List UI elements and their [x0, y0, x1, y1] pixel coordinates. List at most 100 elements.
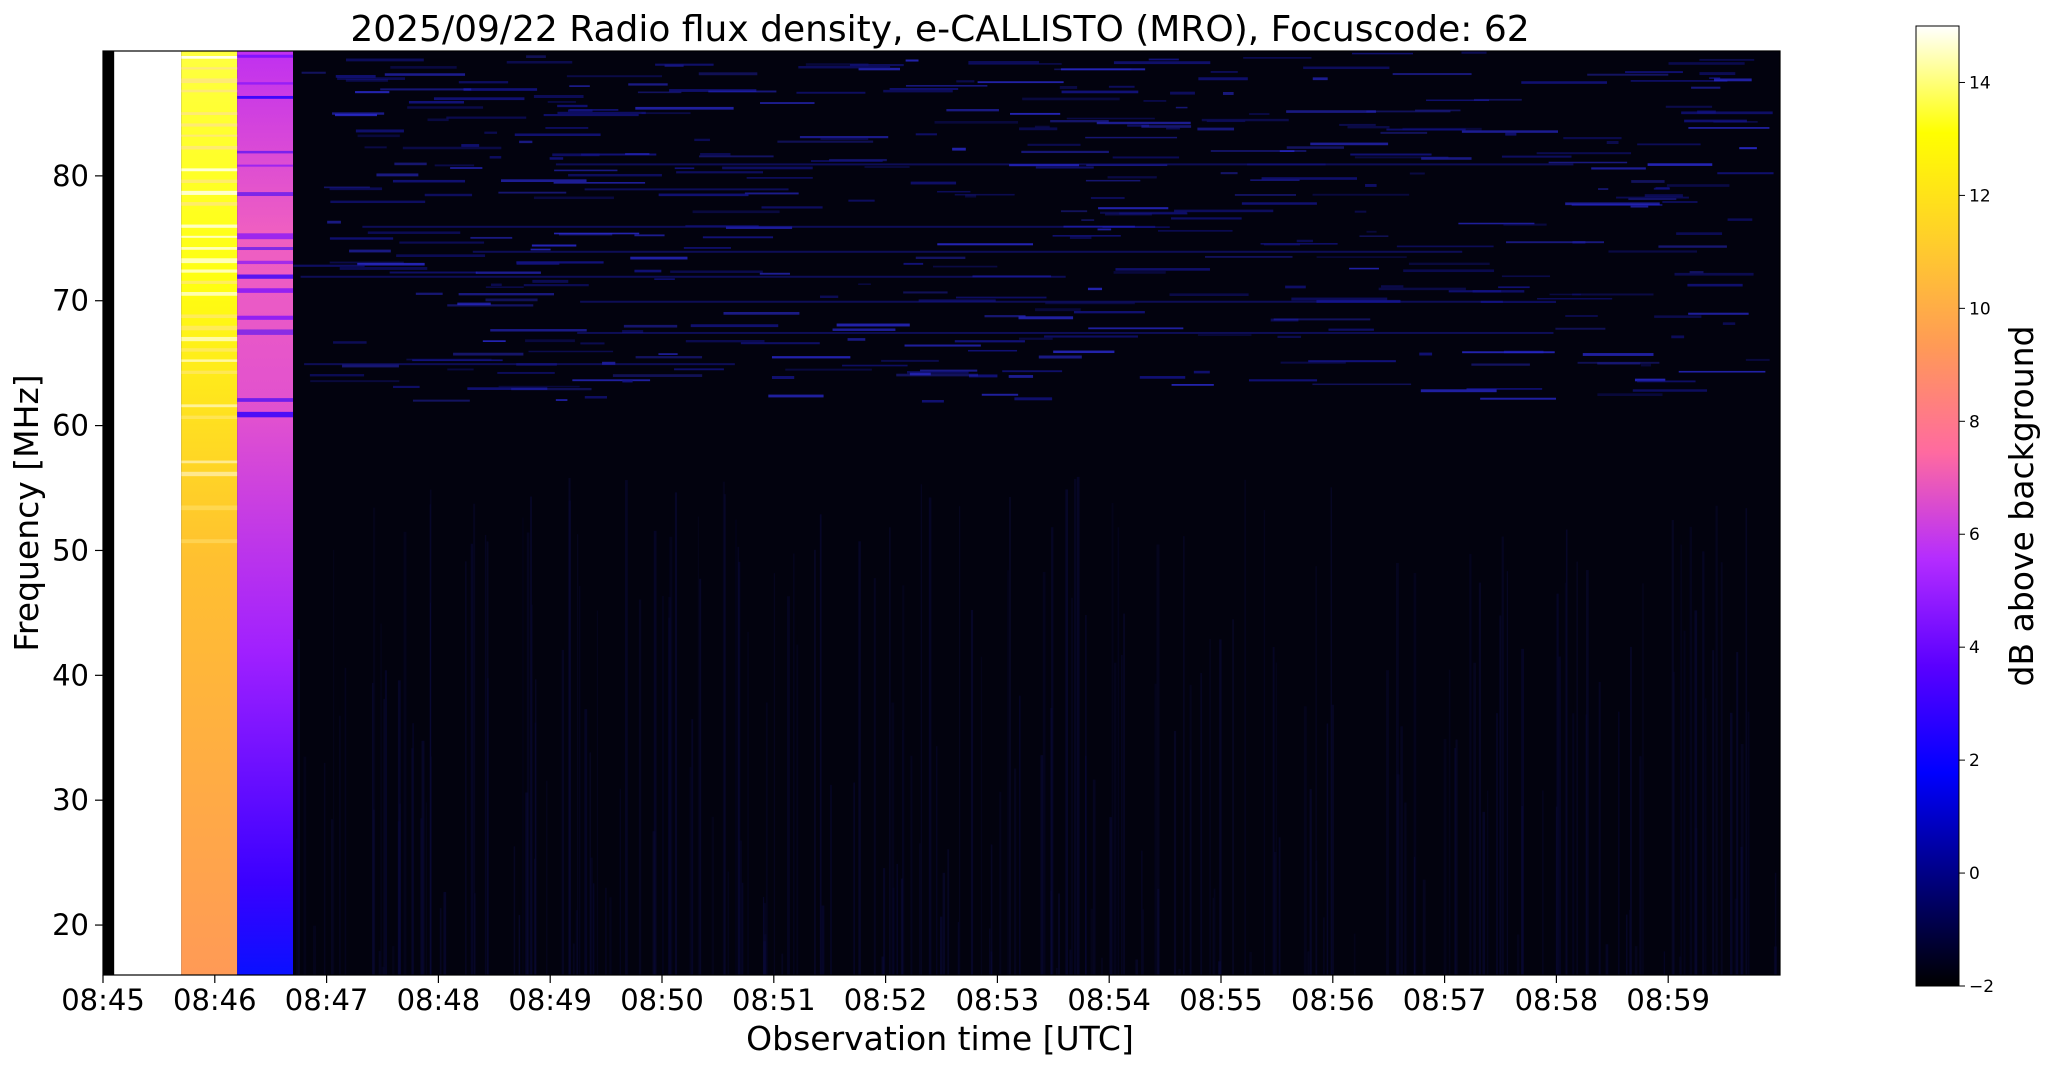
noise-striation [576, 534, 579, 975]
rfi-line [1286, 110, 1376, 113]
rfi-line [1098, 207, 1169, 210]
rfi-line [1549, 293, 1582, 296]
rfi-line [1141, 125, 1192, 128]
rfi-line [339, 267, 428, 270]
noise-striation [1558, 656, 1561, 975]
noise-striation [546, 780, 548, 975]
rfi-line [1169, 293, 1249, 296]
rfi-line [1396, 245, 1494, 248]
colorbar-tick-label: 6 [1969, 525, 1980, 545]
rfi-line [1378, 287, 1466, 291]
colorbar-tick-label: 0 [1969, 864, 1980, 884]
y-axis: 20 30 40 50 60 70 80 [52, 159, 103, 942]
noise-striation [1689, 526, 1692, 975]
noise-striation [1189, 749, 1192, 975]
cool-band-stripe [237, 315, 294, 320]
colorbar-label: dB above background [2002, 326, 2041, 687]
rfi-line [475, 271, 541, 274]
warm-band-stripe [181, 123, 238, 127]
rfi-line [1053, 350, 1115, 354]
rfi-line [1608, 250, 1697, 253]
noise-striation [1249, 951, 1252, 975]
noise-striation [1605, 944, 1609, 975]
warm-band-stripe [181, 55, 238, 59]
rfi-line [954, 193, 1015, 196]
rfi-line [760, 102, 815, 104]
rfi-line [380, 88, 472, 91]
x-tick-label: 08:54 [1067, 983, 1151, 1017]
rfi-line [1687, 283, 1743, 287]
rfi-line [883, 89, 953, 93]
cool-band-stripe [237, 54, 294, 58]
rfi-line [1722, 322, 1736, 325]
noise-striation [959, 506, 961, 975]
rfi-line [777, 140, 874, 143]
rfi-line [1582, 353, 1654, 356]
rfi-line [357, 134, 400, 138]
noise-striation [957, 922, 960, 975]
rfi-line [1647, 163, 1713, 166]
noise-striation [883, 868, 886, 975]
rfi-line [450, 167, 483, 169]
rfi-line [528, 350, 614, 353]
rfi-line [904, 344, 981, 347]
cool-band-stripe [237, 233, 294, 240]
noise-striation [403, 531, 407, 975]
rfi-line [485, 298, 538, 302]
rfi-line [547, 101, 576, 103]
cool-band-stripe [237, 411, 294, 418]
rfi-line [805, 63, 869, 66]
rfi-line [514, 133, 601, 137]
noise-striation [522, 517, 524, 975]
rfi-line [676, 171, 764, 174]
noise-striation [1009, 496, 1011, 975]
rfi-line [329, 187, 383, 191]
warm-band-stripe [181, 539, 238, 544]
rfi-line [549, 157, 564, 160]
noise-striation [1641, 583, 1644, 975]
rfi-line [1197, 127, 1235, 131]
rfi-line [1678, 370, 1766, 373]
rfi-line [1035, 166, 1094, 169]
rfi-line [977, 81, 1064, 84]
rfi-line [1505, 132, 1517, 136]
rfi-line [1034, 125, 1050, 128]
rfi-line [1201, 118, 1289, 122]
noise-striation [787, 596, 790, 975]
noise-striation [1740, 743, 1744, 975]
y-tick-label: 40 [52, 658, 89, 692]
noise-striation [1013, 768, 1017, 975]
noise-striation [303, 756, 307, 975]
rfi-line [1616, 196, 1689, 199]
rfi-line [1408, 262, 1490, 266]
rfi-line [484, 131, 498, 134]
rfi-line [641, 112, 691, 115]
rfi-line [389, 271, 478, 274]
colorbar-tick-label: 14 [1969, 73, 1991, 93]
rfi-line [376, 173, 419, 177]
noise-striation [1705, 698, 1707, 975]
rfi-line [555, 399, 568, 402]
warm-band-stripe [181, 224, 238, 228]
noise-striation [1774, 872, 1777, 975]
rfi-line [309, 374, 365, 377]
noise-striation [429, 489, 432, 975]
noise-striation [1178, 968, 1181, 975]
rfi-line [1563, 137, 1622, 140]
x-axis-label: Observation time [UTC] [746, 1019, 1134, 1058]
noise-striation [1386, 670, 1389, 975]
noise-striation [942, 872, 946, 975]
rfi-line [1380, 131, 1428, 134]
noise-striation [1232, 619, 1234, 975]
noise-striation [667, 617, 671, 975]
rfi-line [1263, 243, 1301, 246]
noise-striation [1680, 544, 1682, 975]
noise-striation [1501, 536, 1504, 975]
rfi-line [300, 275, 1066, 278]
noise-striation [928, 497, 932, 975]
noise-striation [652, 831, 656, 975]
rfi-line [552, 153, 600, 157]
noise-striation [1055, 967, 1058, 975]
rfi-line [1148, 58, 1179, 61]
rfi-line [394, 162, 427, 166]
